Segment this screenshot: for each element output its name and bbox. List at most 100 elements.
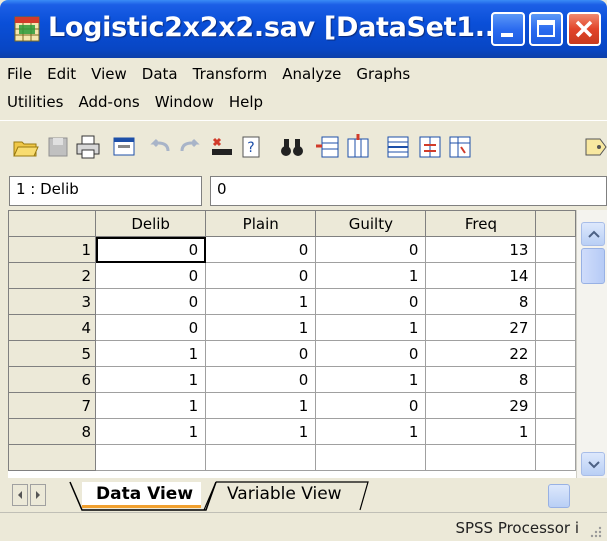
minimize-button[interactable] [491,12,525,46]
row-header-partial[interactable] [8,444,97,471]
horizontal-scroll-grip[interactable] [548,484,570,508]
table-cell[interactable]: 1 [205,288,317,315]
menu-view[interactable]: View [84,62,135,90]
table-cell-empty[interactable] [425,444,537,471]
table-cell[interactable]: 8 [425,288,537,315]
row-header[interactable]: 2 [8,262,97,289]
table-cell[interactable]: 0 [315,288,427,315]
dialog-recall-icon[interactable] [110,133,138,161]
close-button[interactable] [567,12,601,46]
open-folder-icon[interactable] [12,133,40,161]
table-cell[interactable]: 29 [425,392,537,419]
resize-grip-icon[interactable] [587,523,603,539]
vertical-scrollbar[interactable] [576,210,607,478]
table-cell[interactable]: 13 [425,236,537,263]
scroll-thumb[interactable] [581,248,605,284]
title-bar[interactable]: Logistic2x2x2.sav [DataSet1... [0,0,607,58]
menu-help[interactable]: Help [222,90,271,118]
table-cell[interactable]: 1 [205,314,317,341]
table-cell-empty[interactable] [95,444,207,471]
row-header[interactable]: 3 [8,288,97,315]
tab-scroll-left-button[interactable] [12,484,28,506]
menu-utilities[interactable]: Utilities [0,90,71,118]
table-cell[interactable]: 0 [205,262,317,289]
table-cell[interactable]: 1 [315,366,427,393]
menu-add-ons[interactable]: Add-ons [71,90,147,118]
table-cell-empty[interactable] [205,444,317,471]
table-cell[interactable]: 0 [95,314,207,341]
table-cell-selected[interactable]: 0 [95,236,207,263]
table-cell[interactable]: 0 [315,392,427,419]
column-header-freq[interactable]: Freq [425,210,537,237]
weight-cases-icon[interactable] [416,133,444,161]
row-header[interactable]: 8 [8,418,97,445]
table-cell-empty[interactable] [535,340,576,367]
scroll-down-button[interactable] [581,452,605,476]
menu-analyze[interactable]: Analyze [275,62,349,90]
table-cell[interactable]: 8 [425,366,537,393]
menu-graphs[interactable]: Graphs [349,62,418,90]
column-header-empty[interactable] [535,210,576,237]
table-cell[interactable]: 1 [95,392,207,419]
column-header-delib[interactable]: Delib [95,210,207,237]
table-cell-empty[interactable] [315,444,427,471]
table-cell[interactable]: 0 [315,236,427,263]
table-cell-empty[interactable] [535,444,576,471]
row-header[interactable]: 6 [8,366,97,393]
row-header[interactable]: 4 [8,314,97,341]
table-cell[interactable]: 14 [425,262,537,289]
insert-cases-icon[interactable] [314,133,342,161]
tab-data-view[interactable]: Data View [82,482,202,508]
table-cell[interactable]: 1 [425,418,537,445]
goto-case-icon[interactable] [208,133,236,161]
table-cell[interactable]: 1 [95,366,207,393]
redo-icon[interactable] [176,133,204,161]
tab-scroll-right-button[interactable] [30,484,46,506]
table-cell[interactable]: 0 [205,340,317,367]
undo-icon[interactable] [146,133,174,161]
table-cell[interactable]: 1 [315,262,427,289]
row-header[interactable]: 5 [8,340,97,367]
column-header-guilty[interactable]: Guilty [315,210,427,237]
table-cell[interactable]: 0 [205,236,317,263]
select-cases-icon[interactable] [446,133,474,161]
table-cell-empty[interactable] [535,392,576,419]
table-cell[interactable]: 22 [425,340,537,367]
table-cell[interactable]: 1 [315,418,427,445]
menu-data[interactable]: Data [135,62,186,90]
table-cell[interactable]: 0 [315,340,427,367]
table-cell[interactable]: 1 [205,392,317,419]
table-cell[interactable]: 0 [95,262,207,289]
table-cell[interactable]: 1 [315,314,427,341]
variables-icon[interactable]: ? [238,133,266,161]
table-cell-empty[interactable] [535,418,576,445]
menu-file[interactable]: File [0,62,40,90]
save-icon[interactable] [44,133,72,161]
table-cell-empty[interactable] [535,366,576,393]
split-file-icon[interactable] [384,133,412,161]
table-cell[interactable]: 0 [95,288,207,315]
table-cell-empty[interactable] [535,314,576,341]
value-labels-icon[interactable] [580,133,607,161]
table-cell[interactable]: 1 [205,418,317,445]
menu-edit[interactable]: Edit [40,62,84,90]
table-cell[interactable]: 1 [95,418,207,445]
table-cell-empty[interactable] [535,288,576,315]
table-cell[interactable]: 0 [205,366,317,393]
cell-value-input[interactable]: 0 [210,176,607,206]
tab-variable-view[interactable]: Variable View [213,482,350,508]
find-binoculars-icon[interactable] [278,133,306,161]
row-header[interactable]: 7 [8,392,97,419]
table-cell[interactable]: 27 [425,314,537,341]
scroll-up-button[interactable] [581,222,605,246]
menu-window[interactable]: Window [148,90,222,118]
print-icon[interactable] [74,133,102,161]
menu-transform[interactable]: Transform [186,62,276,90]
column-header-plain[interactable]: Plain [205,210,317,237]
table-cell[interactable]: 1 [95,340,207,367]
table-cell-empty[interactable] [535,262,576,289]
table-cell-empty[interactable] [535,236,576,263]
maximize-button[interactable] [529,12,563,46]
insert-variable-icon[interactable] [344,133,372,161]
row-header[interactable]: 1 [8,236,97,263]
